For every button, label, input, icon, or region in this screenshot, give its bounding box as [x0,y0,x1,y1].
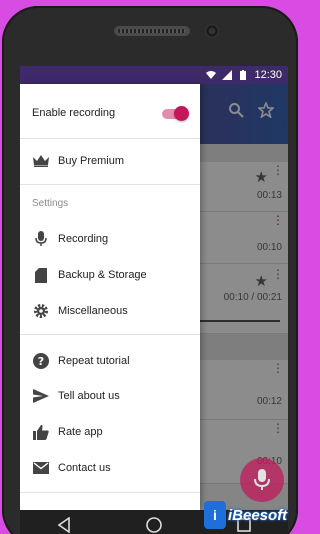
front-camera [205,24,219,38]
battery-icon [240,70,247,80]
settings-item-label: Backup & Storage [58,269,147,281]
home-icon[interactable] [145,516,163,534]
rate-app-item[interactable]: Rate app [20,417,200,447]
bee-logo-icon: i [204,501,226,529]
toggle-thumb [174,106,189,121]
tell-about-us-item[interactable]: Tell about us [20,381,200,411]
settings-item-backup[interactable]: Backup & Storage [20,260,200,290]
status-time: 12:30 [254,69,282,81]
watermark-logo: i iBeesoft [204,500,296,530]
settings-item-recording[interactable]: Recording [20,224,200,254]
enable-recording-toggle[interactable] [162,106,189,122]
repeat-tutorial-item[interactable]: ? Repeat tutorial [20,346,200,376]
settings-item-miscellaneous[interactable]: Miscellaneous [20,296,200,326]
gear-icon [32,302,50,320]
divider [20,334,200,335]
speaker-grille [114,26,190,36]
signal-icon [222,70,233,80]
menu-item-label: Repeat tutorial [58,355,130,367]
microphone-icon [254,469,270,490]
menu-item-label: Contact us [58,462,111,474]
divider [20,138,200,139]
divider [20,492,200,493]
buy-premium-item[interactable]: Buy Premium [20,146,200,176]
menu-item-label: Rate app [58,426,103,438]
status-bar: 12:30 [20,66,288,84]
contact-us-item[interactable]: Contact us [20,453,200,483]
navigation-drawer: Enable recording Buy Premium Settings Re… [20,84,200,510]
svg-text:?: ? [38,355,44,368]
help-icon: ? [32,352,50,370]
settings-item-label: Recording [58,233,109,245]
watermark-text: iBeesoft [228,506,288,524]
send-icon [32,387,50,405]
mail-icon [32,459,50,477]
record-fab[interactable] [240,458,284,502]
enable-recording-label: Enable recording [32,107,116,119]
divider [20,184,200,185]
buy-premium-label: Buy Premium [58,155,125,167]
sd-card-icon [32,266,50,284]
phone-frame: 12:30 ★ ⋮ 00:13 ⋮ 00:10 ★ ⋮ 00:10 / 00:2… [2,6,298,534]
settings-item-label: Miscellaneous [58,305,128,317]
screen: 12:30 ★ ⋮ 00:13 ⋮ 00:10 ★ ⋮ 00:10 / 00:2… [20,66,288,534]
settings-header: Settings [32,198,69,209]
microphone-icon [32,230,50,248]
back-icon[interactable] [56,517,72,533]
menu-item-label: Tell about us [58,390,120,402]
crown-icon [32,152,50,170]
wifi-icon [206,71,217,79]
thumbs-up-icon [32,423,50,441]
